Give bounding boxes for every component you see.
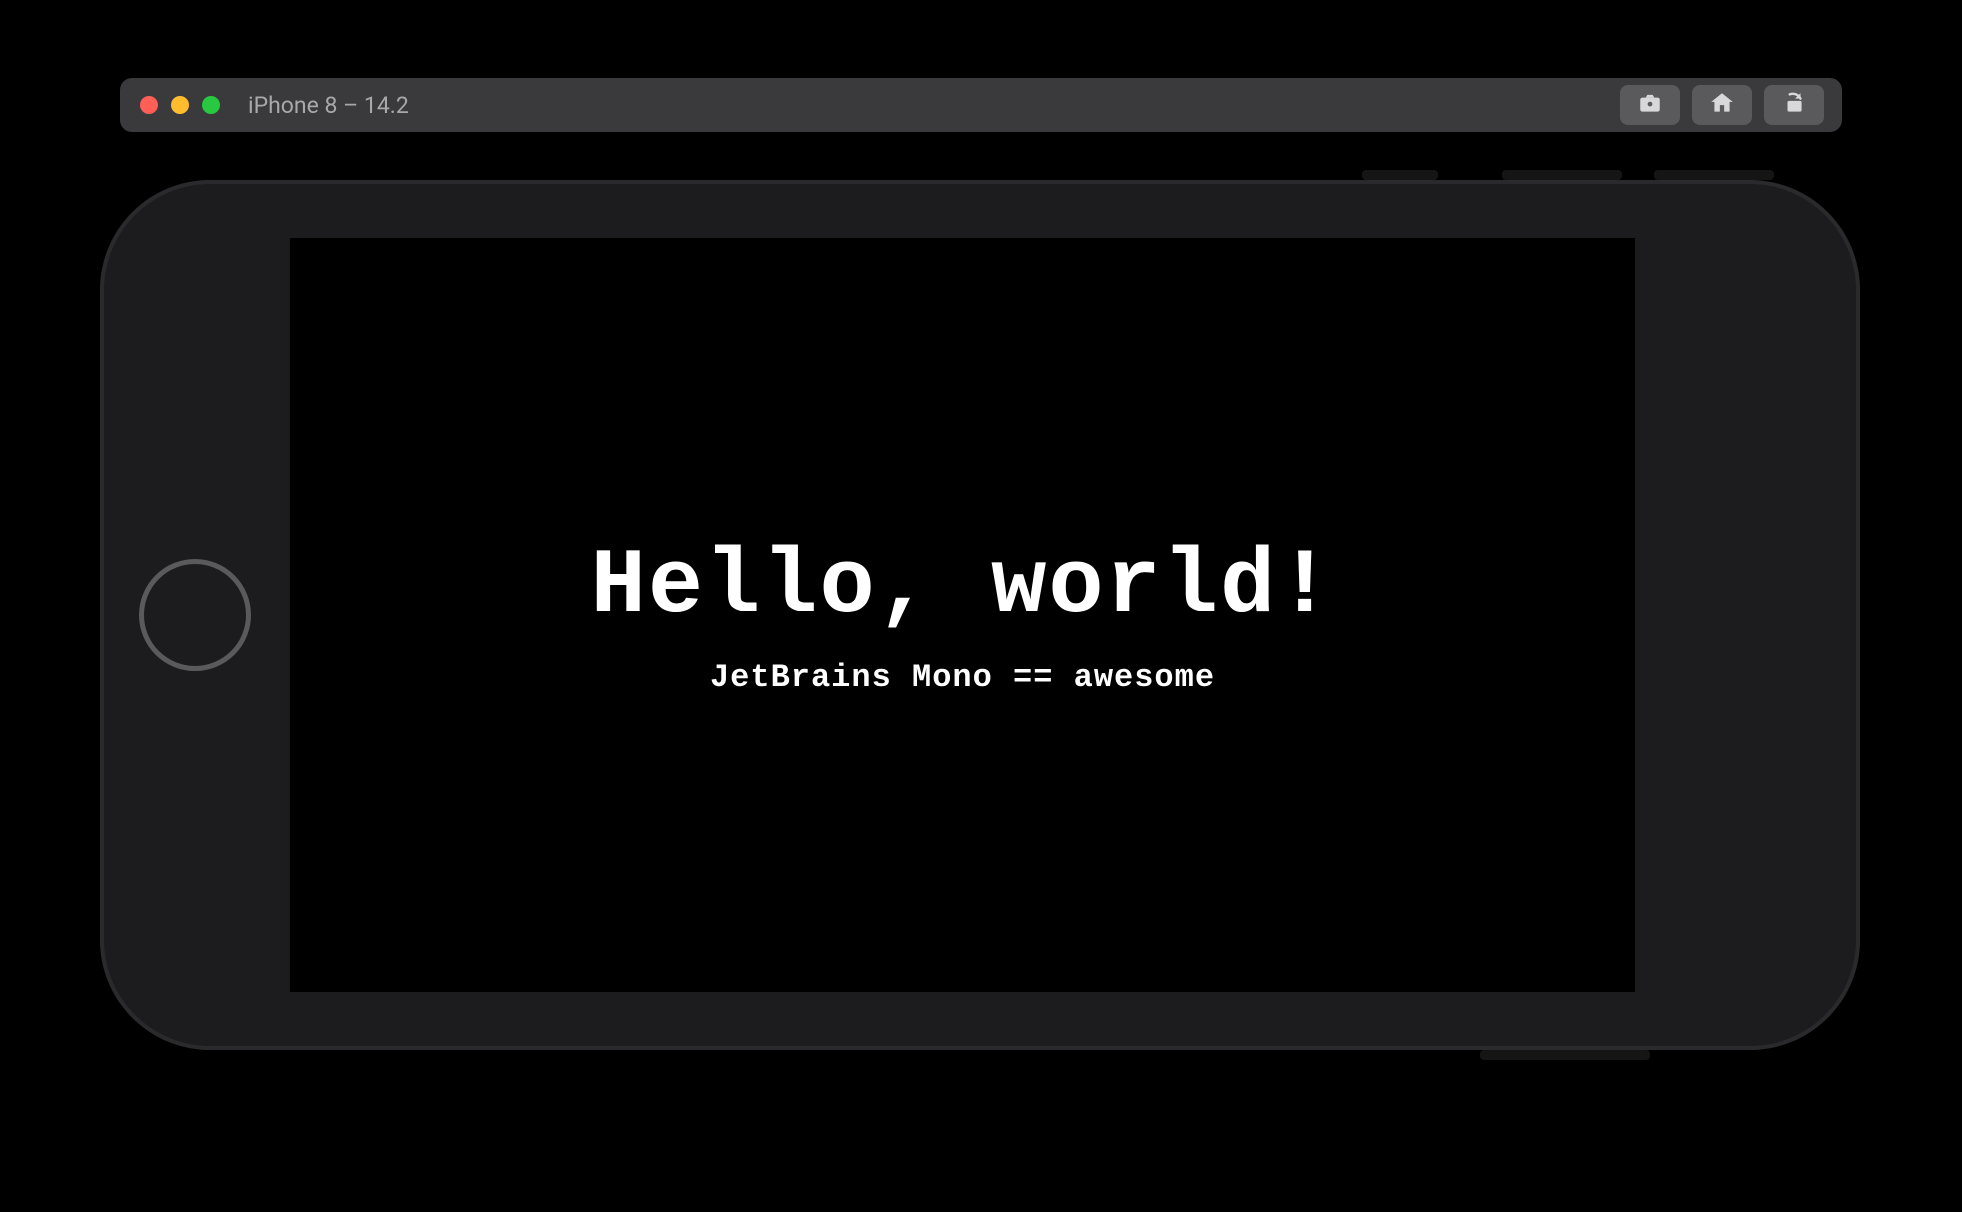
window-title: iPhone 8 – 14.2 <box>248 92 409 119</box>
main-heading: Hello, world! <box>591 534 1335 639</box>
device-screen[interactable]: Hello, world! JetBrains Mono == awesome <box>290 238 1635 992</box>
home-icon <box>1709 90 1735 120</box>
camera-icon <box>1637 90 1663 120</box>
home-button[interactable] <box>1692 85 1752 125</box>
window-minimize-button[interactable] <box>171 96 189 114</box>
window-maximize-button[interactable] <box>202 96 220 114</box>
device-volume-up <box>1502 170 1622 180</box>
device-power-button <box>1480 1050 1650 1060</box>
traffic-lights <box>140 96 220 114</box>
sub-heading: JetBrains Mono == awesome <box>710 659 1215 696</box>
device-volume-down <box>1654 170 1774 180</box>
device-home-button[interactable] <box>139 559 251 671</box>
device-frame: Hello, world! JetBrains Mono == awesome <box>100 180 1860 1050</box>
rotate-button[interactable] <box>1764 85 1824 125</box>
device-mute-switch <box>1362 170 1438 180</box>
titlebar-actions <box>1620 85 1824 125</box>
window-close-button[interactable] <box>140 96 158 114</box>
window-titlebar: iPhone 8 – 14.2 <box>120 78 1842 132</box>
screenshot-button[interactable] <box>1620 85 1680 125</box>
rotate-icon <box>1781 90 1807 120</box>
